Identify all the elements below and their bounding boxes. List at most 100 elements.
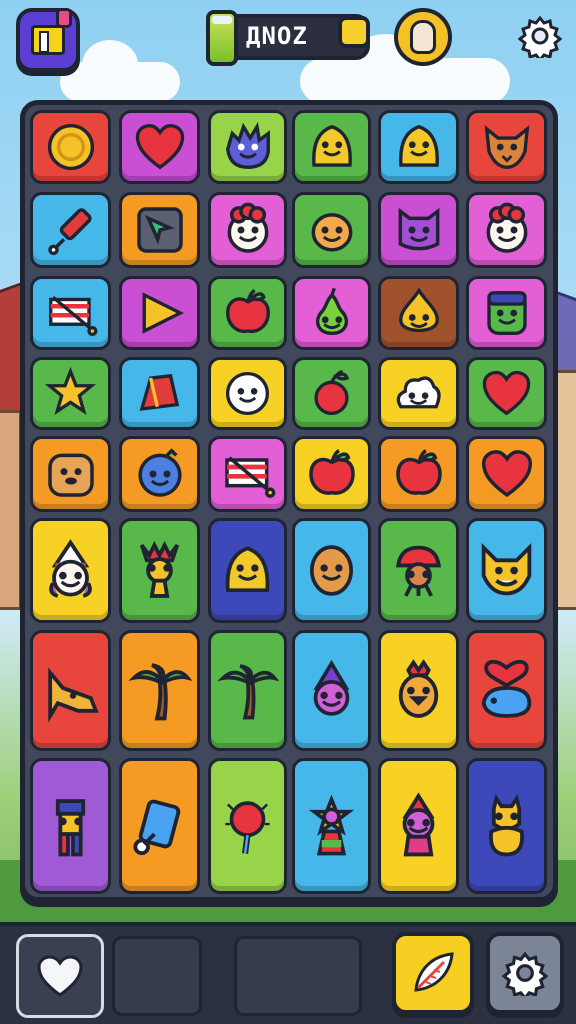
board-tile[interactable] <box>292 192 371 268</box>
star-icon <box>44 366 97 416</box>
notification-badge <box>56 8 72 28</box>
blob-creature-icon <box>311 124 352 167</box>
gnome-face-icon <box>313 659 350 716</box>
dog-sitting-icon <box>489 793 524 856</box>
board-tile[interactable] <box>30 276 111 350</box>
board-tile[interactable] <box>119 192 200 268</box>
board-tile[interactable] <box>466 192 547 268</box>
board-tile[interactable] <box>466 758 547 894</box>
board-tile[interactable] <box>30 436 111 512</box>
board-tile[interactable] <box>119 630 200 751</box>
top-bar: ДNOZ <box>0 0 576 80</box>
empty-slot[interactable] <box>112 936 202 1016</box>
heart-icon <box>135 123 184 170</box>
board-tile[interactable] <box>119 436 200 512</box>
board-tile[interactable] <box>208 110 287 184</box>
drop-creature-icon <box>398 287 439 333</box>
blob-face-icon <box>311 213 352 252</box>
board-tile[interactable] <box>208 630 287 751</box>
board-tile[interactable] <box>292 357 371 430</box>
board-tile[interactable] <box>30 758 111 894</box>
clown-face-icon <box>486 202 527 253</box>
leaf-button[interactable] <box>392 932 474 1014</box>
board-tile[interactable] <box>30 192 111 268</box>
apple-icon <box>225 288 270 334</box>
board-tile[interactable] <box>30 518 111 623</box>
board-tile[interactable] <box>208 518 287 623</box>
board-tile[interactable] <box>466 518 547 623</box>
board-tile[interactable] <box>30 110 111 184</box>
palm-tree-icon <box>128 663 193 721</box>
blob-creature-icon <box>225 546 270 593</box>
board-tile[interactable] <box>378 436 459 512</box>
board-tile[interactable] <box>119 276 200 350</box>
lollipop-icon <box>225 800 270 854</box>
settings-button[interactable] <box>516 12 564 60</box>
heart-icon <box>37 955 83 997</box>
board-tile[interactable] <box>292 436 371 512</box>
board-tile[interactable] <box>119 357 200 430</box>
mushroom-man-icon <box>395 545 442 597</box>
heart-button[interactable] <box>16 934 104 1018</box>
house <box>0 410 22 610</box>
board-tile[interactable] <box>466 436 547 512</box>
cloud-face-icon <box>396 376 441 409</box>
board-tile[interactable] <box>378 357 459 430</box>
wizard-creature-icon <box>402 791 435 856</box>
board-tile[interactable] <box>208 436 287 512</box>
blueberry-face-icon <box>137 448 182 497</box>
board-tile[interactable] <box>378 758 459 894</box>
board-tile[interactable] <box>292 110 371 184</box>
board-tile[interactable] <box>208 758 287 894</box>
board-tile[interactable] <box>466 110 547 184</box>
score-value: ДNOZ <box>246 22 308 50</box>
game-board <box>20 100 558 902</box>
board-tile[interactable] <box>378 276 459 350</box>
totem-icon <box>55 798 86 856</box>
pear-icon <box>315 287 348 335</box>
arrow-cursor-icon <box>136 207 183 253</box>
board-tile[interactable] <box>378 630 459 751</box>
heart-whale-icon <box>481 659 532 718</box>
board-tile[interactable] <box>30 630 111 751</box>
block-icon <box>139 374 180 411</box>
potato-face-icon <box>309 545 354 596</box>
board-tile[interactable] <box>466 630 547 751</box>
dog-face-icon <box>47 453 94 497</box>
board-tile[interactable] <box>292 518 371 623</box>
cherry-icon <box>314 369 350 416</box>
play-triangle-icon <box>142 292 184 334</box>
board-tile[interactable] <box>292 630 371 751</box>
coin-icon <box>47 123 94 171</box>
heart-icon <box>481 450 532 498</box>
empty-slot[interactable] <box>234 936 362 1016</box>
board-tile[interactable] <box>119 110 200 184</box>
spiky-creature-icon <box>225 121 270 169</box>
board-tile[interactable] <box>292 758 371 894</box>
board-tile[interactable] <box>466 276 547 350</box>
board-tile[interactable] <box>208 276 287 350</box>
board-tile[interactable] <box>208 357 287 430</box>
board-tile[interactable] <box>208 192 287 268</box>
palm-tree-icon <box>217 664 280 720</box>
board-tile[interactable] <box>378 518 459 623</box>
board-tile[interactable] <box>119 518 200 623</box>
gear-icon <box>502 951 548 996</box>
apple-icon <box>308 449 355 495</box>
board-tile[interactable] <box>30 357 111 430</box>
square-monster-icon <box>486 291 527 335</box>
menu-button[interactable] <box>16 8 80 72</box>
avatar-button[interactable] <box>394 8 452 66</box>
paintbrush-icon <box>47 208 92 256</box>
wolf-face-icon <box>484 125 529 169</box>
tiki-creature-icon <box>139 540 180 598</box>
star-trophy-icon <box>308 793 355 855</box>
board-tile[interactable] <box>292 276 371 350</box>
board-tile[interactable] <box>378 192 459 268</box>
board-tile[interactable] <box>466 357 547 430</box>
board-tile[interactable] <box>119 758 200 894</box>
paint-can-icon <box>133 799 181 855</box>
settings-button-bottom[interactable] <box>486 932 564 1014</box>
board-tile[interactable] <box>378 110 459 184</box>
heart-icon <box>482 370 531 416</box>
